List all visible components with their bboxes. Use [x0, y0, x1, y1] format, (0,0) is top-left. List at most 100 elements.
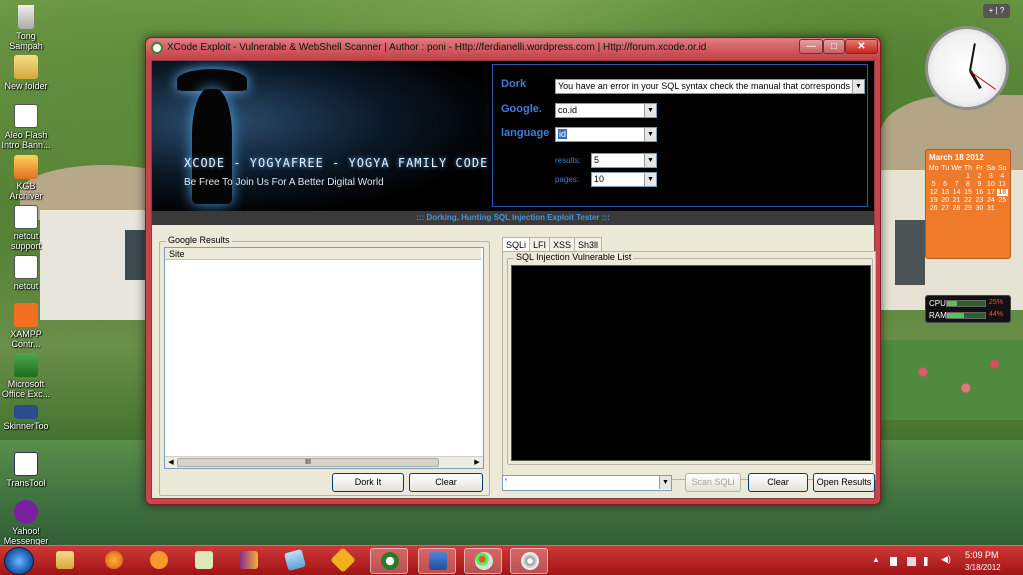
- calendar-day[interactable]: 5: [928, 181, 939, 188]
- action-center-icon[interactable]: [890, 557, 897, 566]
- title-bar[interactable]: XCode Exploit - Vulnerable & WebShell Sc…: [146, 38, 880, 58]
- chevron-down-icon[interactable]: ▼: [644, 128, 656, 141]
- calendar-day[interactable]: 9: [974, 181, 985, 188]
- calendar-day[interactable]: 30: [974, 205, 985, 212]
- calendar-day[interactable]: 17: [985, 189, 996, 196]
- desktop-icon-new-folder[interactable]: New folder: [0, 55, 52, 91]
- device-icon[interactable]: [907, 557, 916, 566]
- network-icon[interactable]: [924, 557, 933, 566]
- calendar-day[interactable]: 13: [939, 189, 950, 196]
- dork-it-button[interactable]: Dork It: [332, 473, 404, 492]
- start-button[interactable]: [4, 547, 34, 575]
- column-header-site[interactable]: Site: [165, 248, 481, 260]
- taskbar-word[interactable]: [418, 548, 456, 574]
- dork-combobox[interactable]: You have an error in your SQL syntax che…: [555, 79, 865, 94]
- taskbar-paint[interactable]: [464, 548, 502, 574]
- taskbar-winamp[interactable]: [324, 547, 362, 574]
- calendar-day[interactable]: 28: [951, 205, 962, 212]
- notepad-icon: [195, 551, 213, 569]
- xcode-exploit-window[interactable]: XCode Exploit - Vulnerable & WebShell Sc…: [145, 37, 881, 505]
- desktop-icon-excel[interactable]: Microsoft Office Exc...: [0, 353, 52, 399]
- taskbar-xcode-exploit[interactable]: [370, 548, 408, 574]
- tab-lfi[interactable]: LFI: [529, 237, 551, 251]
- calendar-day[interactable]: 3: [985, 173, 996, 180]
- sqli-payload-combobox[interactable]: ' ▼: [502, 475, 672, 491]
- calendar-day[interactable]: 19: [928, 197, 939, 204]
- tray-date[interactable]: 3/18/2012: [965, 563, 1001, 572]
- chevron-down-icon[interactable]: ▼: [659, 476, 671, 489]
- desktop-icon-kgb-archiver[interactable]: KGB Archiver: [0, 155, 52, 201]
- show-hidden-icons-icon[interactable]: ▲: [872, 555, 881, 564]
- taskbar-scratch[interactable]: [140, 548, 178, 574]
- volume-icon[interactable]: ◀): [941, 554, 951, 564]
- desktop-icon-skinner-tool[interactable]: SkinnerToo: [0, 405, 52, 431]
- google-results-list[interactable]: Site ◀ III ▶: [164, 247, 484, 469]
- language-combobox[interactable]: id ▼: [555, 127, 657, 142]
- google-domain-combobox[interactable]: co.id ▼: [555, 103, 657, 118]
- taskbar-photoshop[interactable]: [276, 548, 314, 574]
- horizontal-scrollbar[interactable]: ◀ III ▶: [165, 456, 483, 468]
- calendar-day[interactable]: 16: [974, 189, 985, 196]
- maximize-button[interactable]: □: [823, 39, 845, 54]
- calendar-day[interactable]: 26: [928, 205, 939, 212]
- open-results-button[interactable]: Open Results: [813, 473, 875, 492]
- scroll-thumb[interactable]: III: [177, 458, 439, 467]
- calendar-day[interactable]: 20: [939, 197, 950, 204]
- calendar-day[interactable]: 12: [928, 189, 939, 196]
- chevron-down-icon[interactable]: ▼: [644, 173, 656, 186]
- tab-xss[interactable]: XSS: [549, 237, 576, 251]
- calendar-day[interactable]: 24: [985, 197, 996, 204]
- calendar-day[interactable]: 1: [962, 173, 973, 180]
- calendar-day[interactable]: 25: [997, 197, 1008, 204]
- results-combobox[interactable]: 5 ▼: [591, 153, 657, 168]
- calendar-day[interactable]: 22: [962, 197, 973, 204]
- calendar-day[interactable]: 15: [962, 189, 973, 196]
- calendar-day[interactable]: 29: [962, 205, 973, 212]
- desktop-icon-transtool[interactable]: TransTool: [0, 452, 52, 488]
- tab-sqli[interactable]: SQLi: [502, 237, 531, 251]
- calendar-day[interactable]: 27: [939, 205, 950, 212]
- pages-combobox[interactable]: 10 ▼: [591, 172, 657, 187]
- calendar-day[interactable]: 6: [939, 181, 950, 188]
- calendar-day[interactable]: 7: [951, 181, 962, 188]
- scroll-right-icon[interactable]: ▶: [471, 457, 483, 468]
- calendar-day[interactable]: 21: [951, 197, 962, 204]
- minimize-button[interactable]: —: [799, 39, 823, 54]
- desktop-icon-aleo-flash[interactable]: Aleo Flash Intro Bann...: [0, 104, 52, 150]
- pages-value: 10: [594, 174, 605, 184]
- taskbar-winrar[interactable]: [230, 548, 268, 574]
- scan-sqli-button[interactable]: Scan SQLi: [685, 473, 741, 492]
- desktop-icon-xampp[interactable]: XAMPP Contr...: [0, 303, 52, 349]
- chevron-down-icon[interactable]: ▼: [644, 154, 656, 167]
- taskbar-explorer[interactable]: [46, 548, 84, 574]
- calendar-weekday: Fr: [976, 165, 983, 172]
- taskbar-firefox[interactable]: [95, 548, 133, 574]
- chevron-down-icon[interactable]: ▼: [644, 104, 656, 117]
- winamp-icon: [330, 547, 356, 573]
- calendar-day[interactable]: 14: [951, 189, 962, 196]
- calendar-day[interactable]: 10: [985, 181, 996, 188]
- scroll-left-icon[interactable]: ◀: [165, 457, 177, 468]
- google-clear-button[interactable]: Clear: [409, 473, 483, 492]
- gadget-controls[interactable]: + | ?: [983, 4, 1010, 18]
- calendar-day[interactable]: 2: [974, 173, 985, 180]
- calendar-day[interactable]: 18: [996, 189, 1008, 196]
- excel-icon: [14, 353, 38, 377]
- taskbar-disc-burner[interactable]: [510, 548, 548, 574]
- calendar-day[interactable]: 8: [962, 181, 973, 188]
- sqli-vulnerable-list[interactable]: [511, 265, 871, 461]
- desktop-icon-netcut-support[interactable]: netcut support: [0, 205, 52, 251]
- desktop-icon-netcut[interactable]: netcut: [0, 255, 52, 291]
- tray-time[interactable]: 5:09 PM: [965, 550, 999, 560]
- taskbar-notepad[interactable]: [185, 548, 223, 574]
- desktop-icon-recycle-bin[interactable]: Tong Sampah: [0, 5, 52, 51]
- desktop-icon-yahoo-messenger[interactable]: Yahoo! Messenger: [0, 500, 52, 546]
- calendar-day[interactable]: 31: [985, 205, 996, 212]
- calendar-day[interactable]: 4: [997, 173, 1008, 180]
- tab-sh3ll[interactable]: Sh3ll: [574, 237, 603, 251]
- calendar-day[interactable]: 23: [974, 197, 985, 204]
- chevron-down-icon[interactable]: ▼: [852, 80, 864, 93]
- calendar-day[interactable]: 11: [997, 181, 1008, 188]
- sqli-clear-button[interactable]: Clear: [748, 473, 808, 492]
- close-button[interactable]: ✕: [845, 39, 878, 54]
